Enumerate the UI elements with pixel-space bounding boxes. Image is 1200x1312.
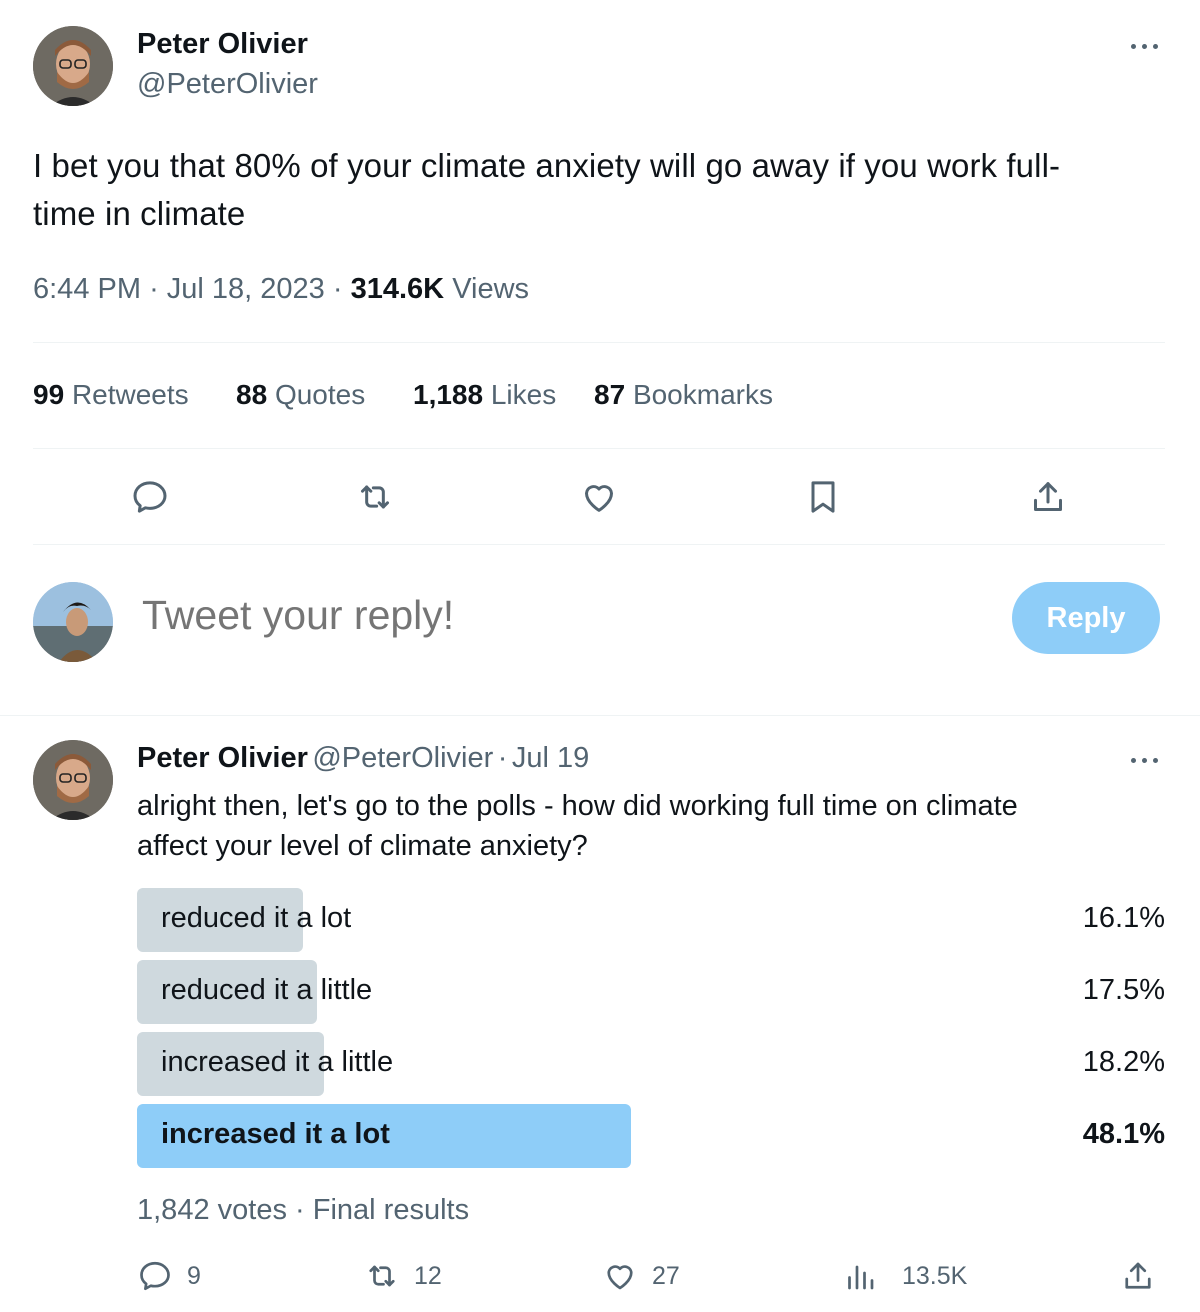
poll-option-label: increased it a lot (161, 1118, 390, 1150)
likes-stat[interactable]: 1,188 Likes (413, 379, 556, 411)
reply-input[interactable] (142, 592, 962, 639)
separator: · (295, 1194, 305, 1226)
quotes-stat[interactable]: 88 Quotes (236, 379, 365, 411)
separator: · (332, 273, 343, 305)
poll-status: Final results (312, 1194, 470, 1226)
bookmarks-stat[interactable]: 87 Bookmarks (594, 379, 773, 411)
share-icon (1125, 1262, 1151, 1289)
poll-option: increased it a little 18.2% (137, 1032, 1165, 1096)
tweet-time[interactable]: 6:44 PM (33, 273, 141, 305)
avatar-image (33, 740, 113, 820)
reply-action[interactable]: 9 (137, 1258, 201, 1294)
like-icon[interactable] (577, 475, 621, 519)
author-handle[interactable]: @PeterOlivier (137, 68, 318, 101)
quotes-count: 88 (236, 379, 268, 410)
share-action[interactable] (1120, 1258, 1156, 1294)
divider (33, 448, 1165, 449)
like-action[interactable]: 27 (602, 1258, 680, 1294)
divider (33, 342, 1165, 343)
poll-option: reduced it a little 17.5% (137, 960, 1165, 1024)
views-count: 13.5K (902, 1261, 968, 1290)
views-count: 314.6K (350, 273, 445, 305)
retweet-icon[interactable] (353, 475, 397, 519)
poll-option-label: increased it a little (161, 1046, 394, 1078)
retweets-count: 99 (33, 379, 65, 410)
poll-option-percent: 48.1% (1082, 1118, 1165, 1150)
reply-icon (140, 1261, 170, 1291)
views-icon (848, 1265, 874, 1290)
reply-tweet-header: Peter Olivier @PeterOlivier · Jul 19 (137, 742, 589, 775)
poll-summary: 1,842 votes · Final results (137, 1194, 469, 1227)
tweet-date[interactable]: Jul 18, 2023 (167, 273, 325, 305)
bookmarks-count: 87 (594, 379, 626, 410)
views-action[interactable]: 13.5K (842, 1258, 967, 1294)
more-options-icon[interactable] (1128, 36, 1164, 56)
like-count: 27 (652, 1261, 680, 1290)
reply-tweet-text: alright then, let's go to the polls - ho… (137, 786, 1177, 866)
bookmarks-label: Bookmarks (632, 379, 773, 410)
author-avatar[interactable] (33, 740, 113, 820)
reply-icon[interactable] (128, 475, 172, 519)
separator: · (149, 273, 159, 305)
author-name[interactable]: Peter Olivier (137, 742, 308, 774)
likes-count: 1,188 (413, 379, 484, 410)
poll-option-label: reduced it a lot (161, 902, 352, 934)
tweet-text-line: alright then, let's go to the polls - ho… (137, 790, 1018, 822)
author-name[interactable]: Peter Olivier (137, 28, 308, 61)
views-label: Views (452, 273, 530, 305)
avatar-image (33, 582, 113, 662)
poll-option-percent: 17.5% (1082, 974, 1165, 1006)
divider (0, 715, 1200, 716)
poll-option: reduced it a lot 16.1% (137, 888, 1165, 952)
retweet-count: 12 (414, 1261, 442, 1290)
tweet-text-line: I bet you that 80% of your climate anxie… (33, 147, 1061, 184)
retweet-icon (369, 1265, 395, 1287)
poll-option-label: reduced it a little (161, 974, 373, 1006)
likes-label: Likes (490, 379, 557, 410)
reply-count: 9 (187, 1261, 201, 1290)
author-avatar[interactable] (33, 26, 113, 106)
separator: · (497, 742, 508, 774)
tweet-text: I bet you that 80% of your climate anxie… (33, 142, 1173, 238)
retweet-action[interactable]: 12 (364, 1258, 442, 1294)
divider (33, 544, 1165, 545)
poll-option-percent: 16.1% (1082, 902, 1165, 934)
tweet-text-line: affect your level of climate anxiety? (137, 830, 588, 862)
retweets-stat[interactable]: 99 Retweets (33, 379, 189, 411)
share-icon[interactable] (1026, 475, 1070, 519)
user-avatar[interactable] (33, 582, 113, 662)
retweets-label: Retweets (71, 379, 189, 410)
like-icon (607, 1265, 633, 1290)
tweet-metadata: 6:44 PM · Jul 18, 2023 · 314.6K Views (33, 273, 529, 306)
author-handle[interactable]: @PeterOlivier (312, 742, 493, 774)
avatar-image (33, 26, 113, 106)
poll-option: increased it a lot 48.1% (137, 1104, 1165, 1168)
tweet-text-line: time in climate (33, 195, 246, 232)
reply-button[interactable]: Reply (1012, 582, 1160, 654)
bookmark-icon[interactable] (801, 475, 845, 519)
tweet-date[interactable]: Jul 19 (512, 742, 589, 774)
poll-votes: 1,842 votes (137, 1194, 287, 1226)
more-options-icon[interactable] (1128, 750, 1164, 770)
quotes-label: Quotes (274, 379, 366, 410)
poll-option-percent: 18.2% (1082, 1046, 1165, 1078)
